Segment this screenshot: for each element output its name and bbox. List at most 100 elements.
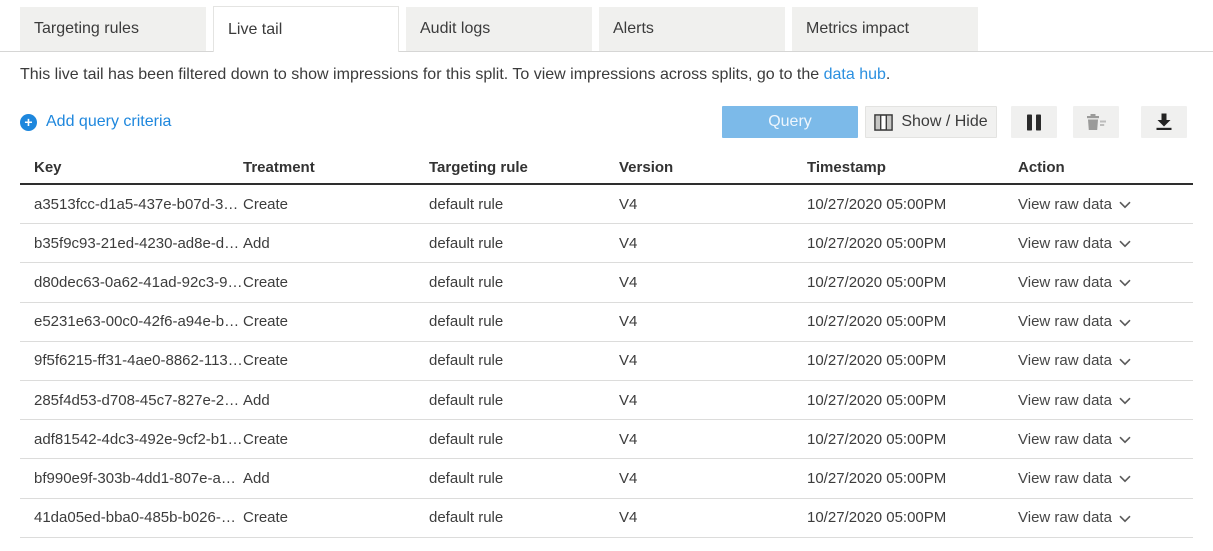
- column-header-treatment: Treatment: [243, 159, 429, 176]
- tab-alerts[interactable]: Alerts: [599, 7, 785, 51]
- treatment-cell: Create: [243, 352, 429, 369]
- view-raw-data-button[interactable]: View raw data: [1018, 313, 1131, 330]
- action-cell: View raw data: [1018, 274, 1193, 291]
- view-raw-data-label: View raw data: [1018, 313, 1112, 330]
- timestamp-cell: 10/27/2020 05:00PM: [807, 392, 1018, 409]
- query-button[interactable]: Query: [722, 106, 858, 138]
- action-cell: View raw data: [1018, 470, 1193, 487]
- view-raw-data-button[interactable]: View raw data: [1018, 235, 1131, 252]
- data-hub-link[interactable]: data hub: [824, 66, 886, 83]
- timestamp-cell: 10/27/2020 05:00PM: [807, 470, 1018, 487]
- column-header-targeting-rule: Targeting rule: [429, 159, 619, 176]
- chevron-down-icon: [1119, 475, 1131, 483]
- timestamp-cell: 10/27/2020 05:00PM: [807, 235, 1018, 252]
- timestamp-cell: 10/27/2020 05:00PM: [807, 352, 1018, 369]
- chevron-down-icon: [1119, 397, 1131, 405]
- treatment-cell: Add: [243, 235, 429, 252]
- key-cell: e5231e63-00c0-42f6-a94e-b…: [20, 313, 243, 330]
- toolbar-buttons: Query Show / Hide: [722, 106, 1187, 138]
- treatment-cell: Add: [243, 470, 429, 487]
- chevron-down-icon: [1119, 515, 1131, 523]
- view-raw-data-button[interactable]: View raw data: [1018, 509, 1131, 526]
- targeting-rule-cell: default rule: [429, 352, 619, 369]
- view-raw-data-button[interactable]: View raw data: [1018, 274, 1131, 291]
- view-raw-data-label: View raw data: [1018, 274, 1112, 291]
- pause-button[interactable]: [1011, 106, 1057, 138]
- tab-live-tail[interactable]: Live tail: [213, 6, 399, 52]
- column-header-timestamp: Timestamp: [807, 159, 1018, 176]
- timestamp-cell: 10/27/2020 05:00PM: [807, 509, 1018, 526]
- version-cell: V4: [619, 196, 807, 213]
- targeting-rule-cell: default rule: [429, 470, 619, 487]
- view-raw-data-button[interactable]: View raw data: [1018, 352, 1131, 369]
- chevron-down-icon: [1119, 436, 1131, 444]
- treatment-cell: Create: [243, 509, 429, 526]
- view-raw-data-label: View raw data: [1018, 470, 1112, 487]
- view-raw-data-button[interactable]: View raw data: [1018, 392, 1131, 409]
- action-cell: View raw data: [1018, 196, 1193, 213]
- view-raw-data-label: View raw data: [1018, 431, 1112, 448]
- notice-text: This live tail has been filtered down to…: [20, 66, 824, 83]
- table-row: b35f9c93-21ed-4230-ad8e-d…Adddefault rul…: [20, 224, 1193, 263]
- plus-icon: +: [20, 114, 37, 131]
- table-row: 285f4d53-d708-45c7-827e-2…Adddefault rul…: [20, 381, 1193, 420]
- view-raw-data-label: View raw data: [1018, 509, 1112, 526]
- table-row: bf990e9f-303b-4dd1-807e-a…Adddefault rul…: [20, 459, 1193, 498]
- notice-text-after: .: [886, 66, 890, 83]
- action-cell: View raw data: [1018, 392, 1193, 409]
- timestamp-cell: 10/27/2020 05:00PM: [807, 431, 1018, 448]
- tab-targeting-rules[interactable]: Targeting rules: [20, 7, 206, 51]
- key-cell: a3513fcc-d1a5-437e-b07d-3…: [20, 196, 243, 213]
- timestamp-cell: 10/27/2020 05:00PM: [807, 196, 1018, 213]
- view-raw-data-button[interactable]: View raw data: [1018, 431, 1131, 448]
- key-cell: d80dec63-0a62-41ad-92c3-9…: [20, 274, 243, 291]
- chevron-down-icon: [1119, 319, 1131, 327]
- table-body: a3513fcc-d1a5-437e-b07d-3…Createdefault …: [20, 185, 1193, 538]
- version-cell: V4: [619, 313, 807, 330]
- download-button[interactable]: [1141, 106, 1187, 138]
- view-raw-data-button[interactable]: View raw data: [1018, 470, 1131, 487]
- treatment-cell: Create: [243, 196, 429, 213]
- table-row: 41da05ed-bba0-485b-b026-…Createdefault r…: [20, 499, 1193, 538]
- action-cell: View raw data: [1018, 235, 1193, 252]
- column-header-key: Key: [20, 159, 243, 176]
- targeting-rule-cell: default rule: [429, 313, 619, 330]
- pause-icon: [1026, 114, 1042, 131]
- targeting-rule-cell: default rule: [429, 509, 619, 526]
- tab-metrics-impact[interactable]: Metrics impact: [792, 7, 978, 51]
- show-hide-label: Show / Hide: [901, 113, 987, 131]
- treatment-cell: Create: [243, 431, 429, 448]
- columns-icon: [874, 114, 893, 131]
- table-row: 9f5f6215-ff31-4ae0-8862-113…Createdefaul…: [20, 342, 1193, 381]
- tab-audit-logs[interactable]: Audit logs: [406, 7, 592, 51]
- version-cell: V4: [619, 235, 807, 252]
- key-cell: b35f9c93-21ed-4230-ad8e-d…: [20, 235, 243, 252]
- add-query-criteria-label: Add query criteria: [46, 113, 171, 131]
- timestamp-cell: 10/27/2020 05:00PM: [807, 274, 1018, 291]
- table-row: a3513fcc-d1a5-437e-b07d-3…Createdefault …: [20, 185, 1193, 224]
- column-header-action: Action: [1018, 159, 1193, 176]
- timestamp-cell: 10/27/2020 05:00PM: [807, 313, 1018, 330]
- version-cell: V4: [619, 470, 807, 487]
- table-row: adf81542-4dc3-492e-9cf2-b1…Createdefault…: [20, 420, 1193, 459]
- view-raw-data-button[interactable]: View raw data: [1018, 196, 1131, 213]
- version-cell: V4: [619, 274, 807, 291]
- treatment-cell: Create: [243, 313, 429, 330]
- key-cell: bf990e9f-303b-4dd1-807e-a…: [20, 470, 243, 487]
- version-cell: V4: [619, 352, 807, 369]
- key-cell: 41da05ed-bba0-485b-b026-…: [20, 509, 243, 526]
- clear-button[interactable]: [1073, 106, 1119, 138]
- chevron-down-icon: [1119, 201, 1131, 209]
- trash-list-icon: [1085, 113, 1107, 131]
- tab-bar: Targeting rules Live tail Audit logs Ale…: [0, 0, 1213, 52]
- view-raw-data-label: View raw data: [1018, 352, 1112, 369]
- action-cell: View raw data: [1018, 509, 1193, 526]
- show-hide-columns-button[interactable]: Show / Hide: [865, 106, 997, 138]
- action-cell: View raw data: [1018, 352, 1193, 369]
- add-query-criteria-button[interactable]: + Add query criteria: [20, 106, 171, 138]
- treatment-cell: Create: [243, 274, 429, 291]
- action-cell: View raw data: [1018, 431, 1193, 448]
- table-header: Key Treatment Targeting rule Version Tim…: [20, 152, 1193, 185]
- chevron-down-icon: [1119, 240, 1131, 248]
- version-cell: V4: [619, 431, 807, 448]
